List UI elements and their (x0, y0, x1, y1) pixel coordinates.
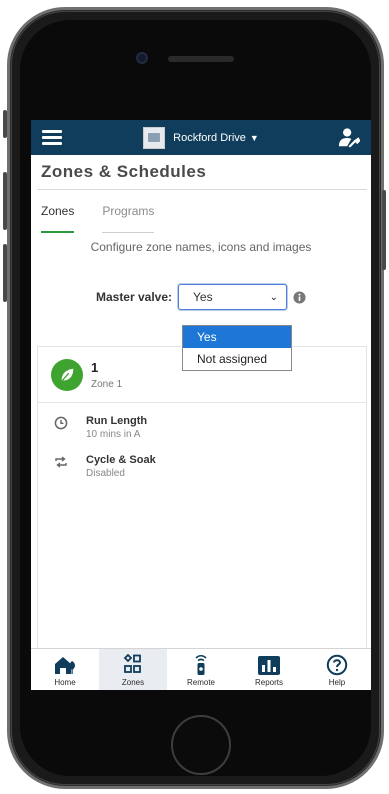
mute-switch (3, 110, 7, 138)
tab-bar: Zones Programs (31, 190, 371, 233)
master-valve-row: Master valve: Yes ⌄ (31, 284, 371, 310)
remote-icon (195, 654, 207, 675)
phone-home-button[interactable] (171, 715, 231, 775)
location-selector[interactable]: Rockford Drive ▼ (143, 126, 259, 149)
zones-icon (123, 654, 141, 673)
nav-reports-label: Reports (254, 678, 283, 687)
nav-reports[interactable]: Reports (235, 649, 303, 690)
user-wrench-icon[interactable] (338, 127, 360, 149)
nav-home-label: Home (54, 678, 76, 687)
page-title: Zones & Schedules (41, 162, 207, 181)
run-length-row[interactable]: Run Length 10 mins in A (38, 403, 366, 440)
caret-down-icon: ▼ (249, 132, 259, 143)
tab-zones[interactable]: Zones (41, 204, 75, 233)
nav-help-label: Help (328, 678, 346, 687)
nav-remote-label: Remote (186, 678, 215, 687)
run-length-title: Run Length (86, 415, 148, 427)
front-camera (136, 52, 148, 64)
cycle-soak-value: Disabled (86, 468, 125, 479)
dropdown-option-yes[interactable]: Yes (183, 326, 291, 348)
master-valve-select[interactable]: Yes ⌄ (178, 284, 288, 310)
chevron-down-icon: ⌄ (269, 291, 279, 303)
master-valve-selected-value: Yes (193, 290, 213, 304)
nav-zones-label: Zones (121, 678, 145, 687)
page-subtitle: Configure zone names, icons and images (90, 240, 312, 254)
home-icon (55, 657, 75, 674)
app-bar: Rockford Drive ▼ (31, 120, 371, 155)
nav-help[interactable]: Help (303, 649, 371, 690)
zone-number: 1 (91, 359, 99, 375)
tab-programs[interactable]: Programs (102, 204, 155, 233)
power-button (382, 190, 386, 270)
master-valve-label: Master valve: (95, 290, 173, 304)
location-name: Rockford Drive (173, 131, 246, 144)
location-thumbnail (143, 126, 166, 149)
dropdown-option-not-assigned[interactable]: Not assigned (183, 348, 291, 370)
bottom-nav: Home Zones Remote Reports Help (31, 648, 371, 690)
cycle-soak-title: Cycle & Soak (86, 454, 156, 466)
reports-icon (258, 656, 280, 675)
nav-remote[interactable]: Remote (167, 649, 235, 690)
cycle-soak-row[interactable]: Cycle & Soak Disabled (38, 440, 366, 479)
master-valve-dropdown: Yes Not assigned (182, 325, 292, 371)
clock-icon (54, 416, 68, 430)
volume-up-button (3, 172, 7, 230)
volume-down-button (3, 244, 7, 302)
app-screen: Rockford Drive ▼ Zones & Schedules Zones… (31, 120, 371, 690)
run-length-value: 10 mins in A (86, 429, 141, 440)
nav-zones[interactable]: Zones (99, 649, 167, 690)
leaf-icon (51, 358, 83, 391)
earpiece-speaker (168, 56, 234, 62)
cycle-icon (55, 456, 67, 468)
zone-card[interactable]: 1 Zone 1 Run Length 10 mins in A Cycle &… (37, 346, 367, 690)
help-icon (326, 654, 348, 676)
nav-home[interactable]: Home (31, 649, 99, 690)
zone-name: Zone 1 (91, 378, 123, 390)
info-icon[interactable] (293, 290, 306, 304)
hamburger-icon[interactable] (42, 130, 62, 145)
